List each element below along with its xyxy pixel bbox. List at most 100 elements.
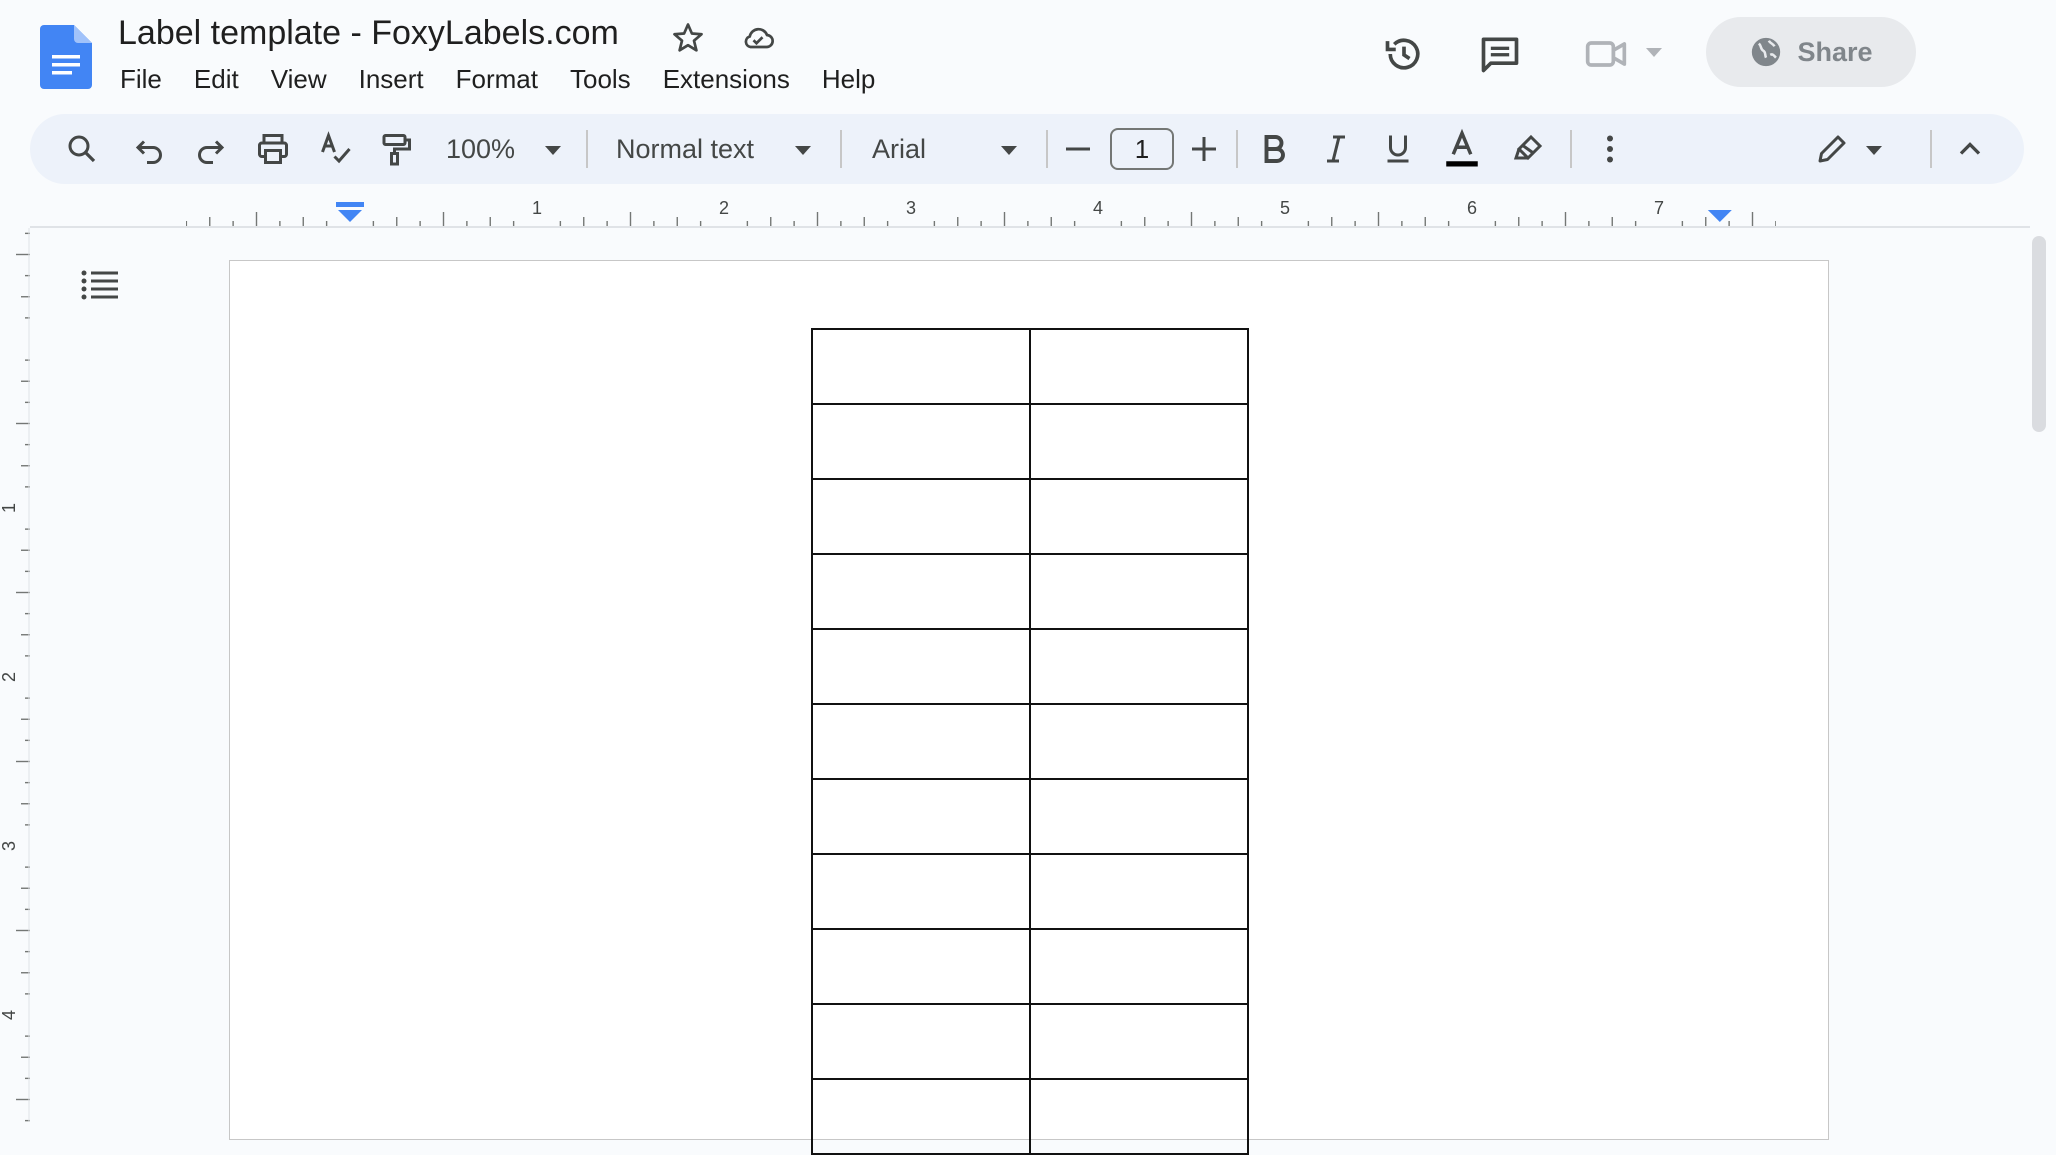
spellcheck-icon[interactable] bbox=[318, 131, 354, 167]
editing-mode-pencil-icon[interactable] bbox=[1814, 131, 1850, 167]
style-dropdown-icon[interactable] bbox=[795, 146, 811, 155]
table-row bbox=[811, 628, 1249, 705]
label-table[interactable] bbox=[811, 328, 1249, 1155]
search-menus-icon[interactable] bbox=[64, 131, 100, 167]
font-size-input[interactable]: 1 bbox=[1110, 128, 1174, 170]
label-cell[interactable] bbox=[1029, 553, 1249, 630]
menu-file[interactable]: File bbox=[104, 62, 178, 96]
table-row bbox=[811, 703, 1249, 780]
label-cell[interactable] bbox=[811, 328, 1031, 405]
label-cell[interactable] bbox=[1029, 928, 1249, 1005]
document-area-edge bbox=[30, 226, 2030, 228]
label-cell[interactable] bbox=[811, 703, 1031, 780]
zoom-select[interactable]: 100% bbox=[446, 134, 515, 165]
globe-icon bbox=[1752, 37, 1781, 67]
label-cell[interactable] bbox=[1029, 328, 1249, 405]
font-select[interactable]: Arial bbox=[872, 134, 926, 165]
docs-logo-icon[interactable] bbox=[40, 25, 92, 89]
toolbar-divider bbox=[586, 130, 588, 168]
zoom-dropdown-icon[interactable] bbox=[545, 146, 561, 155]
toolbar-divider bbox=[1570, 130, 1572, 168]
label-cell[interactable] bbox=[811, 853, 1031, 930]
toolbar-divider bbox=[1930, 130, 1932, 168]
label-cell[interactable] bbox=[1029, 1078, 1249, 1155]
paint-format-icon[interactable] bbox=[378, 131, 414, 167]
paragraph-style-select[interactable]: Normal text bbox=[616, 134, 754, 165]
menu-tools[interactable]: Tools bbox=[554, 62, 647, 96]
table-row bbox=[811, 553, 1249, 630]
share-button[interactable]: Share bbox=[1706, 17, 1916, 87]
table-row bbox=[811, 403, 1249, 480]
ruler-label: 4 bbox=[1093, 198, 1103, 218]
menu-help[interactable]: Help bbox=[806, 62, 891, 96]
label-cell[interactable] bbox=[1029, 778, 1249, 855]
print-icon[interactable] bbox=[255, 131, 291, 167]
version-history-icon[interactable] bbox=[1382, 32, 1426, 76]
table-row bbox=[811, 778, 1249, 855]
ruler-label: 7 bbox=[1654, 198, 1664, 218]
label-cell[interactable] bbox=[811, 1078, 1031, 1155]
label-cell[interactable] bbox=[811, 553, 1031, 630]
toolbar-divider bbox=[1046, 130, 1048, 168]
label-cell[interactable] bbox=[811, 928, 1031, 1005]
menu-view[interactable]: View bbox=[255, 62, 343, 96]
table-row bbox=[811, 853, 1249, 930]
ruler-label: 2 bbox=[0, 672, 19, 682]
ruler-label: 4 bbox=[0, 1010, 19, 1020]
label-cell[interactable] bbox=[1029, 628, 1249, 705]
meet-video-icon[interactable] bbox=[1584, 32, 1628, 76]
table-row bbox=[811, 328, 1249, 405]
decrease-font-size-icon[interactable] bbox=[1060, 131, 1096, 167]
ruler-label: 3 bbox=[0, 841, 19, 851]
ruler-label: 6 bbox=[1467, 198, 1477, 218]
ruler-label: 1 bbox=[0, 503, 19, 513]
ruler-label: 3 bbox=[906, 198, 916, 218]
cloud-saved-icon[interactable] bbox=[740, 20, 776, 56]
more-options-icon[interactable] bbox=[1592, 131, 1628, 167]
collapse-menus-icon[interactable] bbox=[1952, 131, 1988, 167]
menu-insert[interactable]: Insert bbox=[343, 62, 440, 96]
menu-edit[interactable]: Edit bbox=[178, 62, 255, 96]
label-cell[interactable] bbox=[1029, 403, 1249, 480]
vertical-ruler[interactable]: 1 2 3 4 bbox=[0, 228, 30, 1122]
share-label: Share bbox=[1797, 36, 1873, 67]
highlight-color-icon[interactable] bbox=[1510, 131, 1546, 167]
text-color-icon[interactable] bbox=[1440, 128, 1484, 170]
table-row bbox=[811, 1078, 1249, 1155]
label-cell[interactable] bbox=[1029, 478, 1249, 555]
label-cell[interactable] bbox=[1029, 1003, 1249, 1080]
increase-font-size-icon[interactable] bbox=[1186, 131, 1222, 167]
left-indent-marker bbox=[336, 202, 364, 222]
underline-icon[interactable] bbox=[1380, 131, 1416, 167]
label-cell[interactable] bbox=[1029, 853, 1249, 930]
italic-icon[interactable] bbox=[1318, 131, 1354, 167]
document-title[interactable]: Label template - FoxyLabels.com bbox=[118, 14, 619, 53]
label-cell[interactable] bbox=[811, 403, 1031, 480]
comments-icon[interactable] bbox=[1478, 32, 1522, 76]
menu-extensions[interactable]: Extensions bbox=[647, 62, 806, 96]
label-cell[interactable] bbox=[811, 628, 1031, 705]
label-cell[interactable] bbox=[811, 778, 1031, 855]
redo-icon[interactable] bbox=[192, 131, 228, 167]
label-cell[interactable] bbox=[1029, 703, 1249, 780]
ruler-label: 2 bbox=[719, 198, 729, 218]
document-outline-icon[interactable] bbox=[80, 268, 120, 302]
menu-bar: File Edit View Insert Format Tools Exten… bbox=[104, 62, 891, 96]
bold-icon[interactable] bbox=[1256, 131, 1292, 167]
toolbar-divider bbox=[1236, 130, 1238, 168]
ruler-label: 5 bbox=[1280, 198, 1290, 218]
toolbar-divider bbox=[840, 130, 842, 168]
font-dropdown-icon[interactable] bbox=[1001, 146, 1017, 155]
undo-icon[interactable] bbox=[132, 131, 168, 167]
label-cell[interactable] bbox=[811, 478, 1031, 555]
table-row bbox=[811, 1003, 1249, 1080]
table-row bbox=[811, 478, 1249, 555]
label-cell[interactable] bbox=[811, 1003, 1031, 1080]
star-icon[interactable] bbox=[670, 20, 706, 56]
meet-dropdown-icon[interactable] bbox=[1646, 48, 1662, 57]
vertical-scrollbar[interactable] bbox=[2032, 236, 2046, 432]
editing-mode-dropdown-icon[interactable] bbox=[1866, 146, 1882, 155]
menu-format[interactable]: Format bbox=[440, 62, 554, 96]
horizontal-ruler[interactable]: 1 2 3 4 5 6 7 bbox=[186, 196, 1776, 226]
table-row bbox=[811, 928, 1249, 1005]
